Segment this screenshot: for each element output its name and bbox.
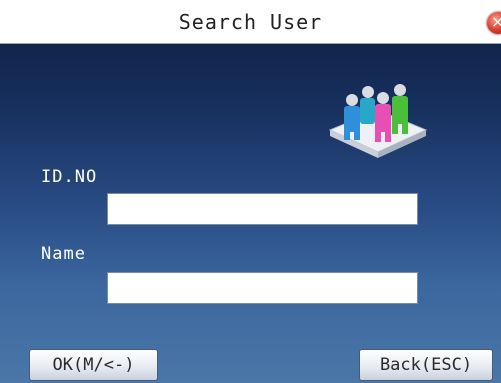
id-no-field[interactable] [107,193,418,225]
back-button[interactable]: Back(ESC) [359,349,493,381]
name-field[interactable] [107,272,418,304]
search-user-screen: Search User × ID.NO Name OK(M/<-) Back(E… [0,0,501,383]
id-no-label: ID.NO [41,167,98,187]
name-label: Name [41,244,86,264]
title-bar: Search User × [0,0,501,44]
page-title: Search User [178,10,323,34]
ok-button[interactable]: OK(M/<-) [29,349,158,381]
users-icon [328,84,428,158]
